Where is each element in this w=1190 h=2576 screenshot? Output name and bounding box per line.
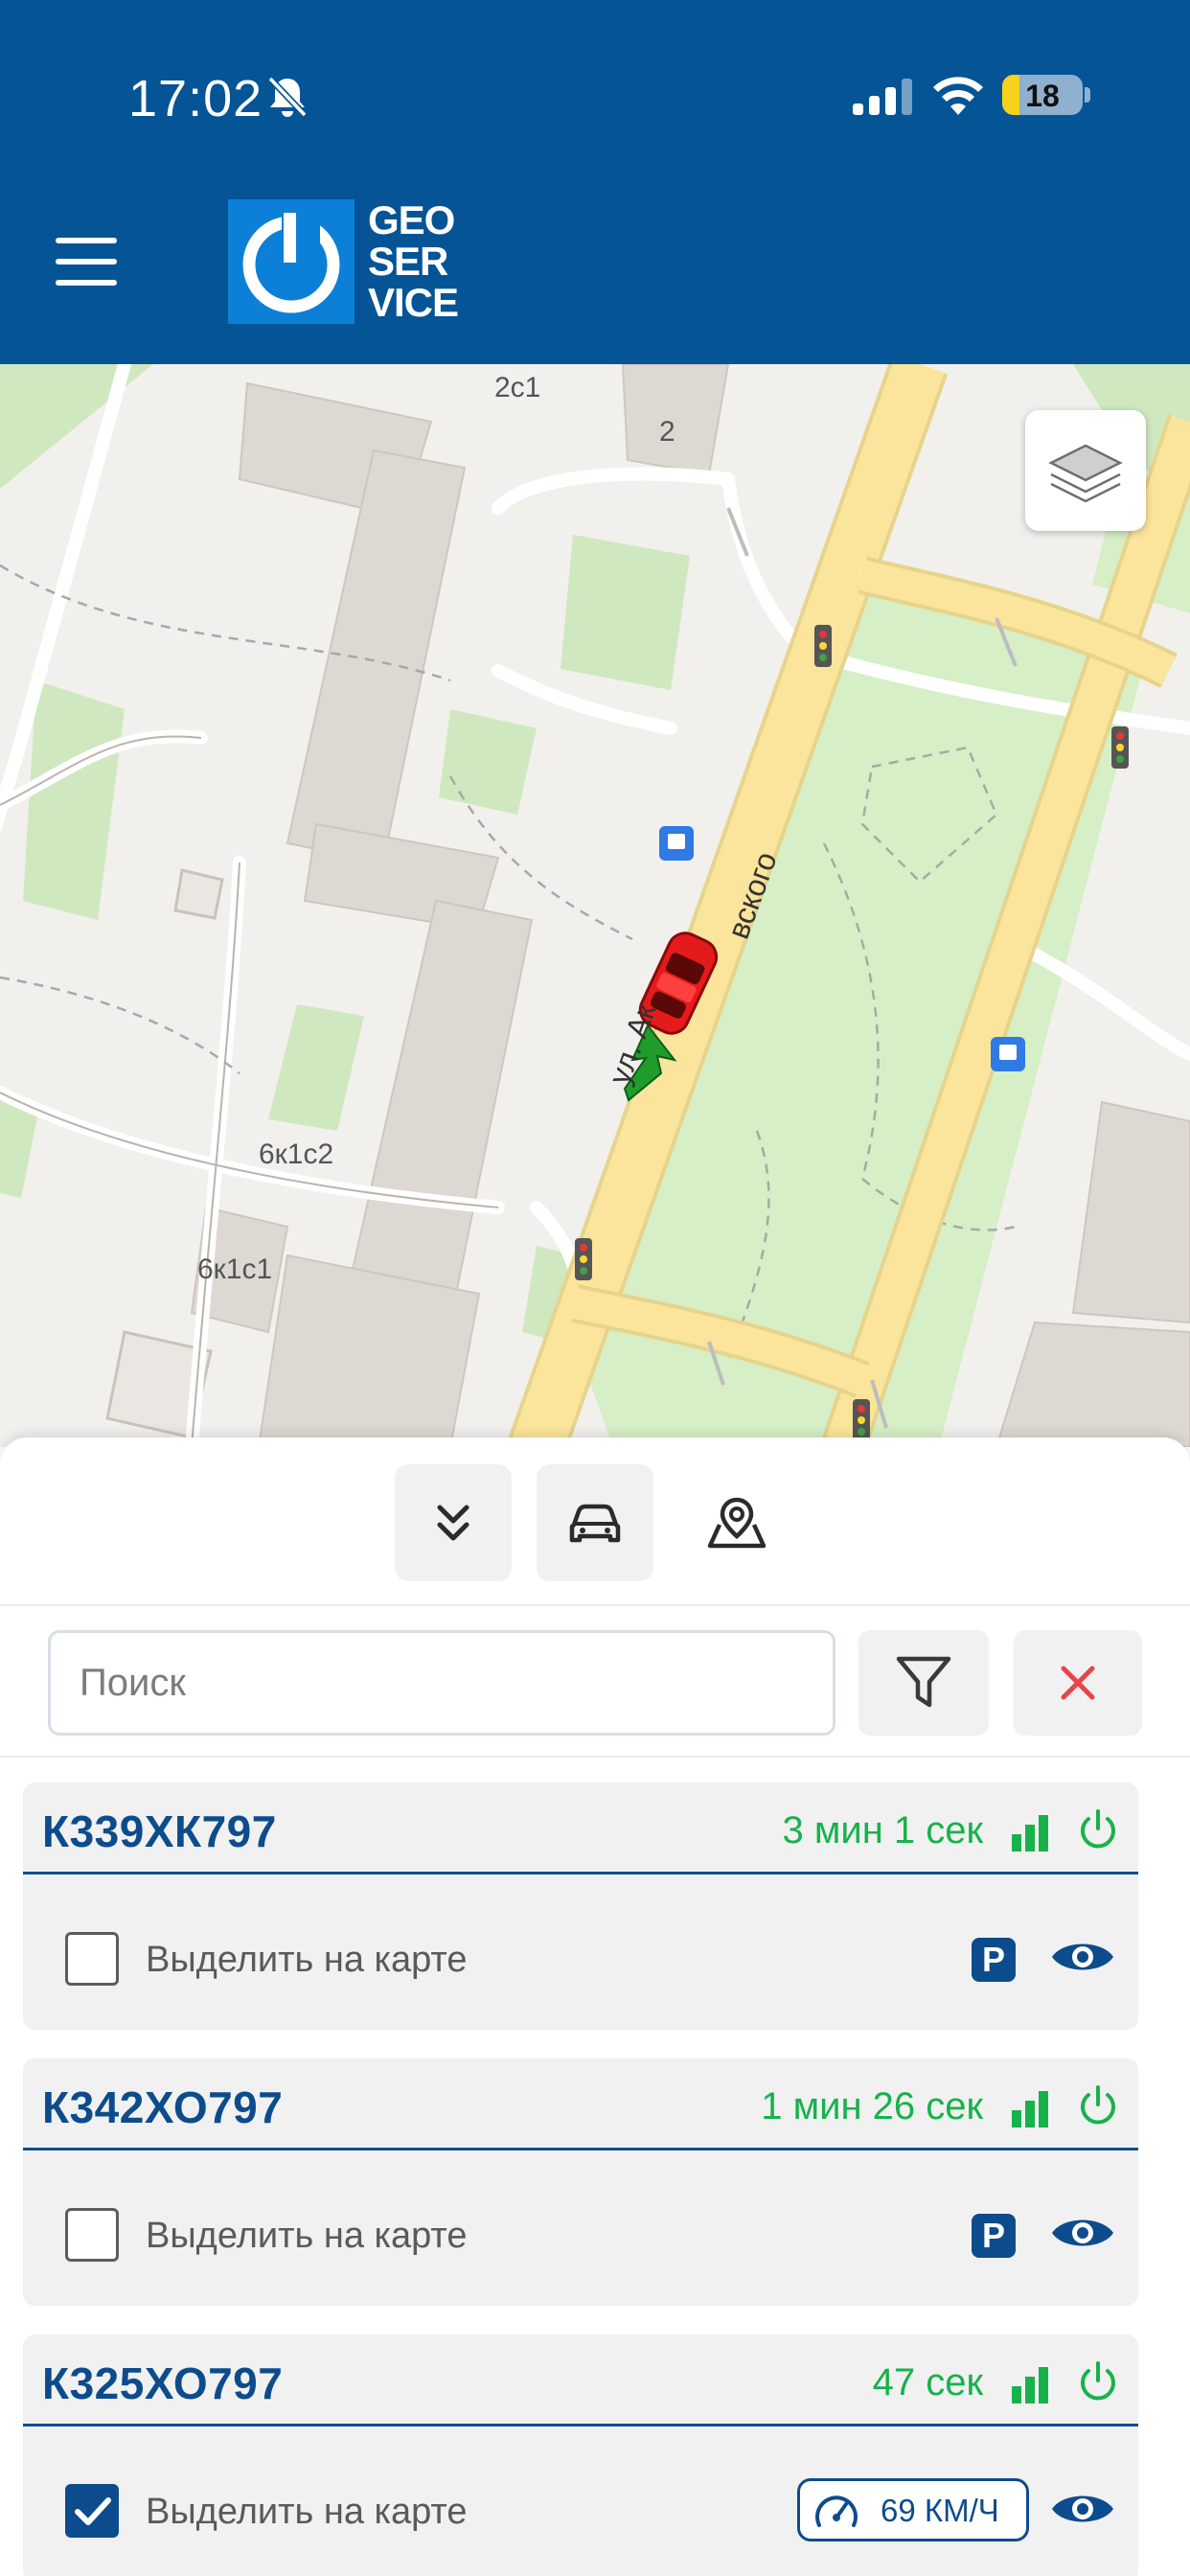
ignition-power-icon — [1075, 2359, 1121, 2410]
app-header: 17:02 18 GEO SER VICE — [0, 0, 1190, 364]
ignition-power-icon — [1075, 1807, 1121, 1858]
divider — [0, 1604, 1190, 1606]
highlight-on-map-checkbox[interactable] — [65, 2208, 119, 2262]
layers-icon — [1048, 444, 1123, 503]
battery-indicator: 18 — [1002, 75, 1083, 115]
map-building-label: 6к1с2 — [259, 1138, 334, 1170]
filter-icon — [896, 1656, 951, 1708]
gsm-signal-icon — [1012, 1809, 1058, 1856]
map-pin-icon — [707, 1497, 767, 1549]
map-building-label: 2 — [659, 416, 675, 448]
close-icon — [1061, 1666, 1095, 1700]
battery-tip — [1085, 87, 1090, 103]
vehicle-plate: К342ХО797 — [42, 2082, 284, 2132]
parking-icon: P — [972, 1938, 1016, 1982]
status-time: 17:02 — [128, 70, 263, 127]
map-building-label: 6к1с1 — [197, 1254, 273, 1285]
vehicle-card[interactable]: К325ХО797 47 сек Выделить на карте 69 КМ… — [23, 2334, 1138, 2576]
bell-muted-icon — [266, 75, 309, 124]
map-layers-button[interactable] — [1025, 410, 1146, 531]
eye-icon[interactable] — [1050, 1936, 1115, 1983]
tab-vehicles[interactable] — [537, 1464, 653, 1581]
filter-button[interactable] — [858, 1630, 989, 1736]
cellular-signal-icon — [853, 77, 914, 120]
map-canvas — [0, 364, 1190, 1447]
vehicle-card[interactable]: К339ХК797 3 мин 1 сек Выделить на карте … — [23, 1782, 1138, 2030]
clear-search-button[interactable] — [1014, 1630, 1142, 1736]
map-view[interactable]: 2с1 2 6к1с2 6к1с1 ул. Ак вского — [0, 364, 1190, 1447]
tab-geozones[interactable] — [678, 1464, 795, 1581]
parking-icon: P — [972, 2214, 1016, 2258]
vehicle-duration: 3 мин 1 сек — [782, 1809, 983, 1852]
ignition-power-icon — [1075, 2083, 1121, 2134]
map-building-label: 2с1 — [494, 372, 541, 403]
gsm-signal-icon — [1012, 2085, 1058, 2132]
speedometer-icon — [815, 2496, 858, 2527]
vehicle-duration: 1 мин 26 сек — [761, 2085, 983, 2128]
checkmark-icon — [75, 2497, 111, 2525]
gsm-signal-icon — [1012, 2361, 1058, 2408]
collapse-panel-button[interactable] — [395, 1464, 512, 1581]
highlight-on-map-label: Выделить на карте — [146, 2216, 468, 2256]
vehicle-plate: К339ХК797 — [42, 1806, 277, 1856]
speed-badge: 69 КМ/Ч — [797, 2478, 1029, 2542]
highlight-on-map-label: Выделить на карте — [146, 2492, 468, 2532]
hamburger-menu-button[interactable] — [52, 236, 125, 288]
speed-value: 69 КМ/Ч — [881, 2493, 999, 2528]
logo-power-mark-icon — [228, 199, 355, 324]
vehicle-duration: 47 сек — [872, 2361, 983, 2404]
highlight-on-map-label: Выделить на карте — [146, 1940, 468, 1980]
highlight-on-map-checkbox[interactable] — [65, 1932, 119, 1986]
vehicle-plate: К325ХО797 — [42, 2358, 284, 2408]
car-icon — [569, 1504, 621, 1543]
eye-icon[interactable] — [1050, 2488, 1115, 2535]
vehicle-card-header: К342ХО797 1 мин 26 сек — [23, 2058, 1138, 2150]
logo-text: GEO SER VICE — [368, 197, 459, 325]
vehicle-card[interactable]: К342ХО797 1 мин 26 сек Выделить на карте… — [23, 2058, 1138, 2306]
eye-icon[interactable] — [1050, 2212, 1115, 2259]
vehicle-card-header: К325ХО797 47 сек — [23, 2334, 1138, 2426]
vehicle-card-header: К339ХК797 3 мин 1 сек — [23, 1782, 1138, 1874]
divider — [0, 1756, 1190, 1758]
vehicle-panel: К339ХК797 3 мин 1 сек Выделить на карте … — [0, 1438, 1190, 2576]
chevrons-down-icon — [437, 1505, 469, 1541]
search-input[interactable] — [48, 1630, 835, 1736]
highlight-on-map-checkbox[interactable] — [65, 2484, 119, 2538]
wifi-icon — [931, 73, 985, 120]
